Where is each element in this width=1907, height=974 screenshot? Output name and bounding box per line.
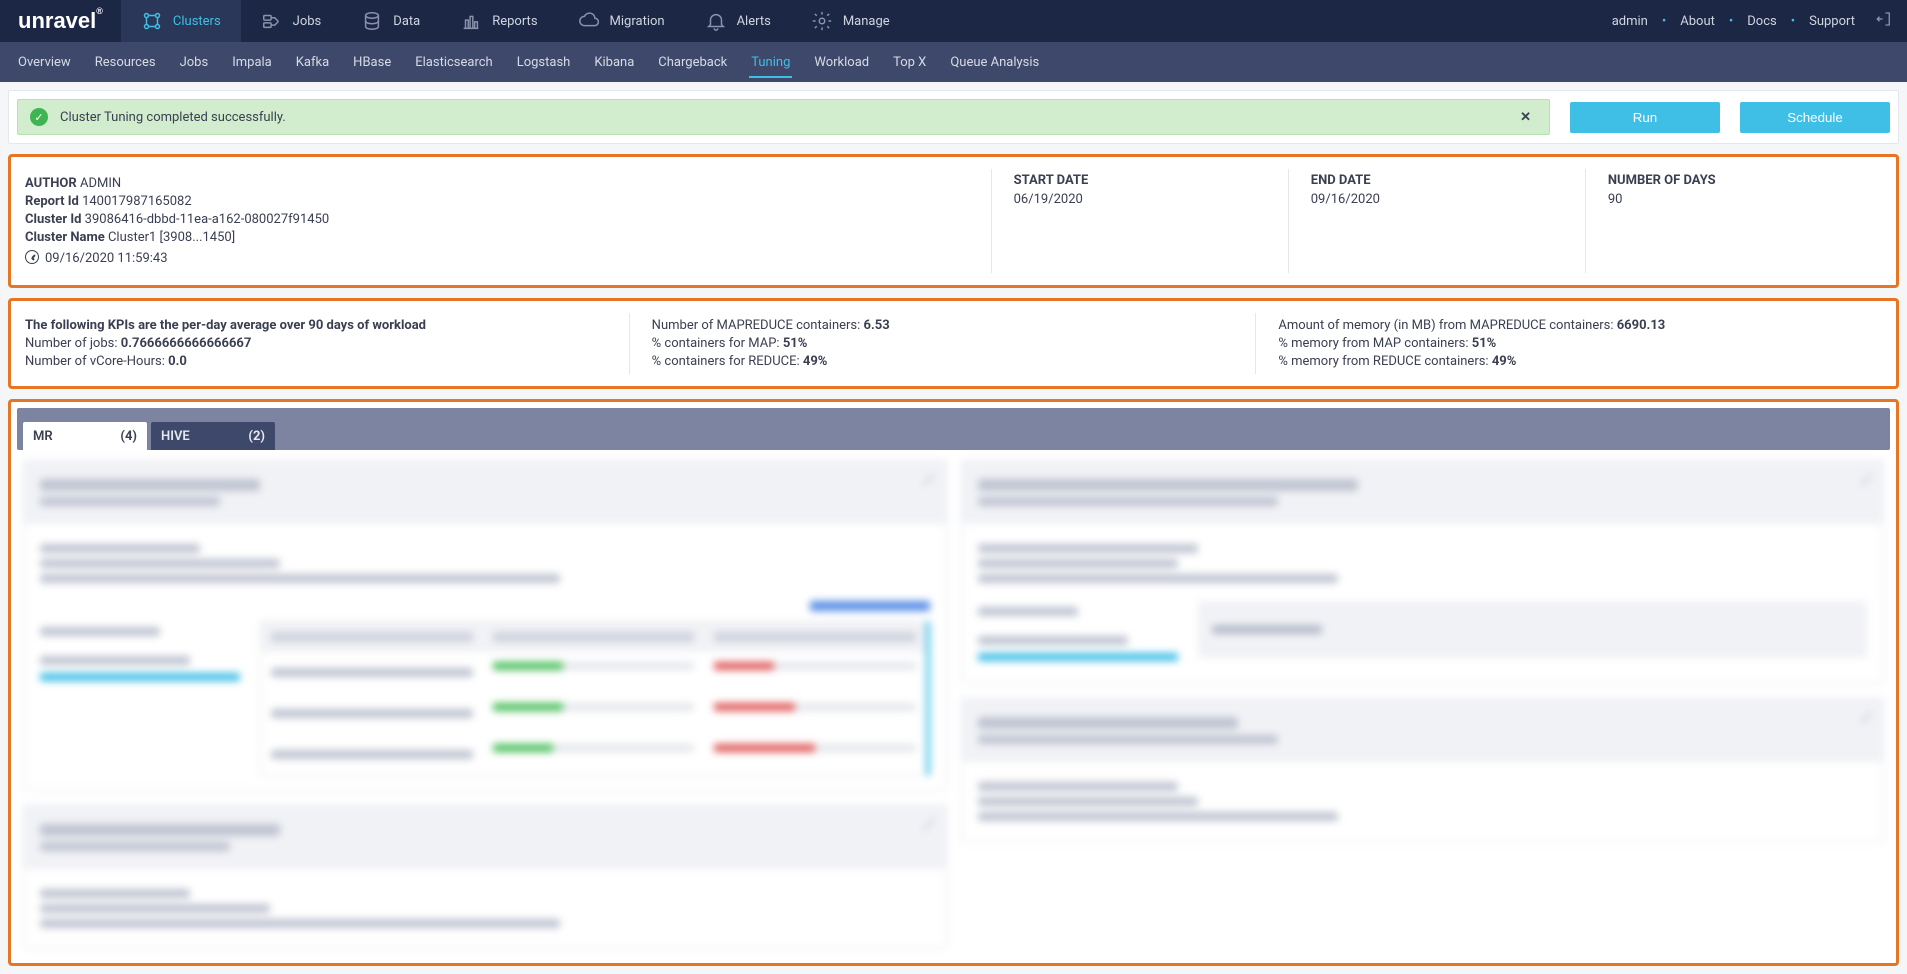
subnav-workload[interactable]: Workload [802, 42, 881, 82]
run-button[interactable]: Run [1570, 102, 1720, 133]
expand-icon[interactable]: ⤢ [1861, 473, 1871, 488]
nav-data[interactable]: Data [341, 0, 440, 42]
end-date-value: 09/16/2020 [1311, 192, 1585, 207]
end-date-label: END DATE [1311, 173, 1585, 188]
subnav-queue[interactable]: Queue Analysis [938, 42, 1051, 82]
sub-nav: Overview Resources Jobs Impala Kafka HBa… [0, 42, 1907, 82]
start-date-label: START DATE [1014, 173, 1288, 188]
subnav-chargeback[interactable]: Chargeback [646, 42, 739, 82]
subnav-topx[interactable]: Top X [881, 42, 938, 82]
expand-icon[interactable]: ⤢ [923, 473, 933, 488]
topnav-right: admin • About • Docs • Support [1612, 0, 1907, 42]
report-meta-panel: AUTHOR ADMIN Report Id 140017987165082 C… [8, 154, 1899, 288]
tuning-card: ⤢ [23, 805, 947, 949]
about-link[interactable]: About [1680, 14, 1715, 29]
subnav-kafka[interactable]: Kafka [284, 42, 341, 82]
success-alert: ✓ Cluster Tuning completed successfully.… [17, 99, 1550, 135]
subnav-impala[interactable]: Impala [220, 42, 284, 82]
user-link[interactable]: admin [1612, 14, 1648, 29]
schedule-button[interactable]: Schedule [1740, 102, 1890, 133]
alerts-icon [705, 10, 727, 32]
gear-icon [811, 10, 833, 32]
expand-icon[interactable]: ⤢ [1861, 711, 1871, 726]
tab-hive[interactable]: HIVE(2) [151, 422, 275, 450]
subnav-overview[interactable]: Overview [6, 42, 83, 82]
data-icon [361, 10, 383, 32]
nav-jobs-label: Jobs [293, 14, 322, 29]
tuning-tabbar: MR(4) HIVE(2) [17, 408, 1890, 450]
tuning-card: ⤢ [961, 698, 1885, 842]
tuning-results-panel: MR(4) HIVE(2) ⤢ [8, 399, 1899, 966]
nav-manage[interactable]: Manage [791, 0, 910, 42]
subnav-elasticsearch[interactable]: Elasticsearch [403, 42, 504, 82]
docs-link[interactable]: Docs [1747, 14, 1776, 29]
migration-icon [578, 10, 600, 32]
expand-icon[interactable]: ⤢ [923, 818, 933, 833]
brand-logo: unravel® [0, 0, 121, 42]
nav-manage-label: Manage [843, 14, 890, 29]
nav-migration-label: Migration [610, 14, 665, 29]
days-value: 90 [1608, 192, 1882, 207]
topnav-items: Clusters Jobs Data Reports Migration [121, 0, 910, 42]
nav-reports-label: Reports [492, 14, 537, 29]
nav-jobs[interactable]: Jobs [241, 0, 342, 42]
clusters-icon [141, 10, 163, 32]
days-label: NUMBER OF DAYS [1608, 173, 1882, 188]
subnav-jobs[interactable]: Jobs [168, 42, 221, 82]
nav-migration[interactable]: Migration [558, 0, 685, 42]
alert-text: Cluster Tuning completed successfully. [60, 110, 286, 125]
subnav-hbase[interactable]: HBase [341, 42, 403, 82]
kpi-panel: The following KPIs are the per-day avera… [8, 298, 1899, 389]
logout-icon[interactable] [1875, 10, 1893, 32]
nav-alerts[interactable]: Alerts [685, 0, 791, 42]
nav-reports[interactable]: Reports [440, 0, 557, 42]
tuning-card: ⤢ [23, 460, 947, 791]
notice-bar: ✓ Cluster Tuning completed successfully.… [8, 90, 1899, 144]
subnav-logstash[interactable]: Logstash [505, 42, 583, 82]
subnav-resources[interactable]: Resources [83, 42, 168, 82]
nav-data-label: Data [393, 14, 420, 29]
reports-icon [460, 10, 482, 32]
start-date-value: 06/19/2020 [1014, 192, 1288, 207]
clock-icon [25, 250, 39, 264]
tuning-card: ⤢ [961, 460, 1885, 684]
nav-alerts-label: Alerts [737, 14, 771, 29]
check-icon: ✓ [30, 108, 48, 126]
nav-clusters-label: Clusters [173, 14, 221, 29]
subnav-kibana[interactable]: Kibana [582, 42, 646, 82]
tab-mr[interactable]: MR(4) [23, 422, 147, 450]
jobs-icon [261, 10, 283, 32]
subnav-tuning[interactable]: Tuning [739, 42, 802, 82]
top-nav: unravel® Clusters Jobs Data Reports [0, 0, 1907, 42]
close-icon[interactable]: ✕ [1514, 110, 1537, 125]
support-link[interactable]: Support [1809, 14, 1855, 29]
nav-clusters[interactable]: Clusters [121, 0, 241, 42]
